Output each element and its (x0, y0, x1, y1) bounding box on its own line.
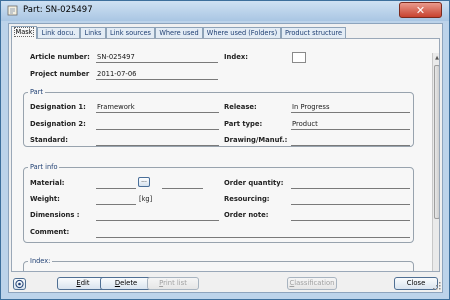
index-field[interactable] (292, 52, 306, 63)
part-type-label: Part type: (224, 120, 263, 128)
weight-unit: [kg] (139, 195, 153, 203)
standard-field[interactable] (96, 135, 219, 146)
order-quantity-label: Order quantity: (224, 179, 284, 187)
designation1-field[interactable]: Framework (96, 102, 219, 113)
title-bar[interactable]: Part: SN-025497 ✕ (1, 1, 449, 21)
material-extra-field[interactable] (162, 178, 203, 189)
standard-label: Standard: (30, 136, 68, 144)
app-icon (7, 5, 18, 16)
window-title: Part: SN-025497 (23, 5, 93, 15)
designation2-label: Designation 2: (30, 120, 86, 128)
designation2-field[interactable] (96, 119, 219, 130)
comment-label: Comment: (30, 228, 70, 236)
classification-button[interactable]: Classification (287, 277, 337, 290)
help-button[interactable] (13, 278, 26, 290)
index-group: Index: (23, 257, 414, 271)
tab-mask[interactable]: Mask (11, 26, 37, 39)
dialog-client: Mask Link docu. Links Link sources Where… (8, 23, 443, 293)
part-type-field[interactable]: Product (291, 119, 410, 130)
drawing-label: Drawing/Manuf.: (224, 136, 288, 144)
part-window: Part: SN-025497 ✕ Mask Link docu. Links … (0, 0, 450, 300)
delete-button[interactable]: Delete (100, 277, 152, 290)
help-icon (15, 279, 24, 289)
part-info-group-title: Part info (28, 163, 60, 172)
weight-field[interactable] (96, 194, 136, 205)
scroll-thumb[interactable] (434, 65, 439, 219)
weight-label: Weight: (30, 195, 60, 203)
release-label: Release: (224, 103, 257, 111)
order-note-field[interactable] (291, 210, 410, 221)
scroll-up-icon[interactable]: ▲ (433, 54, 439, 62)
part-group-title: Part (28, 88, 46, 97)
article-number-field[interactable]: SN-025497 (96, 52, 218, 63)
order-note-label: Order note: (224, 211, 269, 219)
material-browse-button[interactable]: ... (138, 177, 150, 187)
index-group-title: Index: (28, 257, 53, 266)
drawing-field[interactable] (291, 135, 410, 146)
comment-field[interactable] (96, 227, 410, 238)
order-quantity-field[interactable] (291, 178, 410, 189)
project-number-label: Project number (30, 70, 90, 78)
index-label: Index: (224, 53, 248, 61)
release-field[interactable]: In Progress (291, 102, 410, 113)
designation1-label: Designation 1: (30, 103, 86, 111)
project-number-field[interactable]: 2011-07-06 (96, 69, 218, 80)
dimensions-label: Dimensions : (30, 211, 80, 219)
part-info-group: Part info Material: ... Order quantity: … (23, 163, 414, 243)
print-list-button[interactable]: Print list (147, 277, 199, 290)
part-group: Part Designation 1: Framework Release: I… (23, 88, 414, 147)
resourcing-field[interactable] (291, 194, 410, 205)
resourcing-label: Resourcing: (224, 195, 270, 203)
article-number-label: Article number: (30, 53, 90, 61)
mask-panel: Article number: SN-025497 Index: Project… (11, 38, 440, 272)
resize-grip-icon[interactable] (433, 282, 441, 290)
material-field[interactable] (96, 178, 136, 189)
material-label: Material: (30, 179, 65, 187)
dimensions-field[interactable] (96, 210, 219, 221)
vertical-scrollbar[interactable]: ▲ ▼ (432, 53, 439, 271)
close-icon[interactable]: ✕ (399, 2, 442, 18)
close-button[interactable]: Close (394, 277, 438, 290)
